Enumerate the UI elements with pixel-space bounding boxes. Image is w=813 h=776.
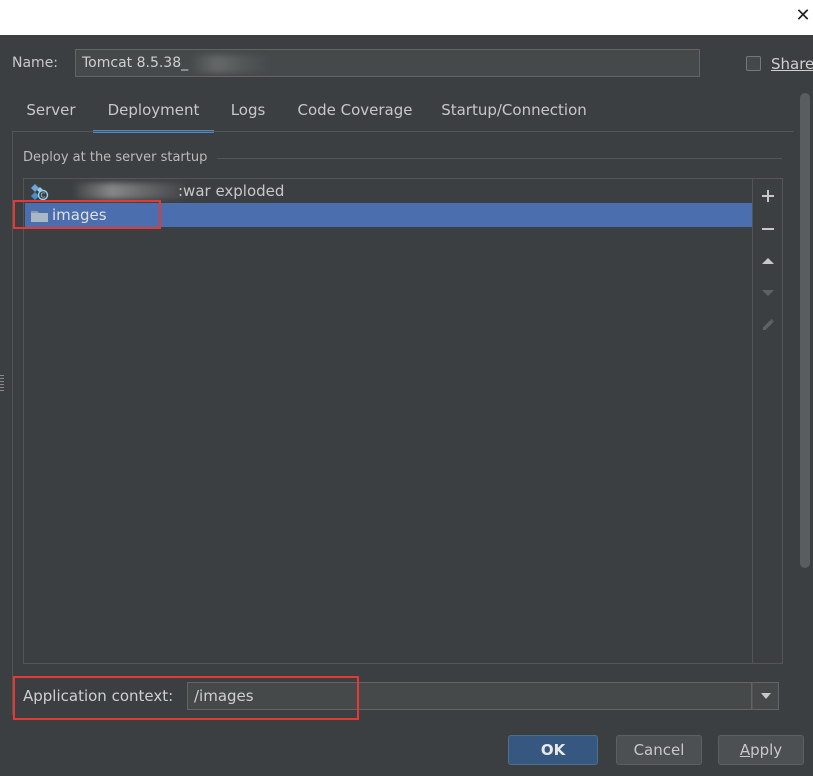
name-input[interactable]: Tomcat 8.5.38_ (75, 49, 700, 77)
deployment-list[interactable]: C :war exploded images (23, 178, 753, 664)
resize-grip[interactable] (0, 375, 4, 391)
apply-label: pply (750, 741, 783, 759)
apply-mnemonic: A (739, 741, 751, 759)
apply-button[interactable]: Apply (718, 735, 804, 765)
cancel-button[interactable]: Cancel (616, 735, 702, 765)
scrollbar[interactable] (800, 93, 810, 568)
list-item-label: :war exploded (178, 182, 285, 200)
tab-server[interactable]: Server (16, 96, 86, 130)
redacted-artifact-blur (75, 183, 185, 199)
tab-startup-connection[interactable]: Startup/Connection (438, 96, 590, 130)
section-title: Deploy at the server startup (23, 150, 208, 165)
share-checkbox[interactable] (746, 56, 761, 71)
remove-icon[interactable] (757, 218, 779, 240)
edit-icon[interactable] (757, 314, 779, 336)
chevron-down-icon[interactable] (752, 682, 779, 710)
list-toolbar (753, 178, 783, 664)
name-label: Name: (12, 55, 59, 71)
ok-button[interactable]: OK (508, 735, 598, 765)
tab-deployment[interactable]: Deployment (93, 96, 214, 133)
move-down-icon[interactable] (757, 282, 779, 304)
svg-text:C: C (41, 192, 46, 200)
artifact-icon: C (30, 183, 49, 201)
highlight-box-context (13, 676, 359, 720)
redacted-name-blur (190, 55, 270, 73)
move-up-icon[interactable] (757, 250, 779, 272)
highlight-box-images (13, 200, 161, 229)
close-icon[interactable]: ✕ (793, 5, 813, 27)
window-titlebar: ✕ (0, 0, 813, 35)
tab-logs[interactable]: Logs (224, 96, 272, 130)
tab-code-coverage[interactable]: Code Coverage (290, 96, 420, 130)
share-label[interactable]: Share (771, 55, 813, 73)
section-divider (217, 158, 782, 159)
add-icon[interactable] (757, 185, 779, 207)
